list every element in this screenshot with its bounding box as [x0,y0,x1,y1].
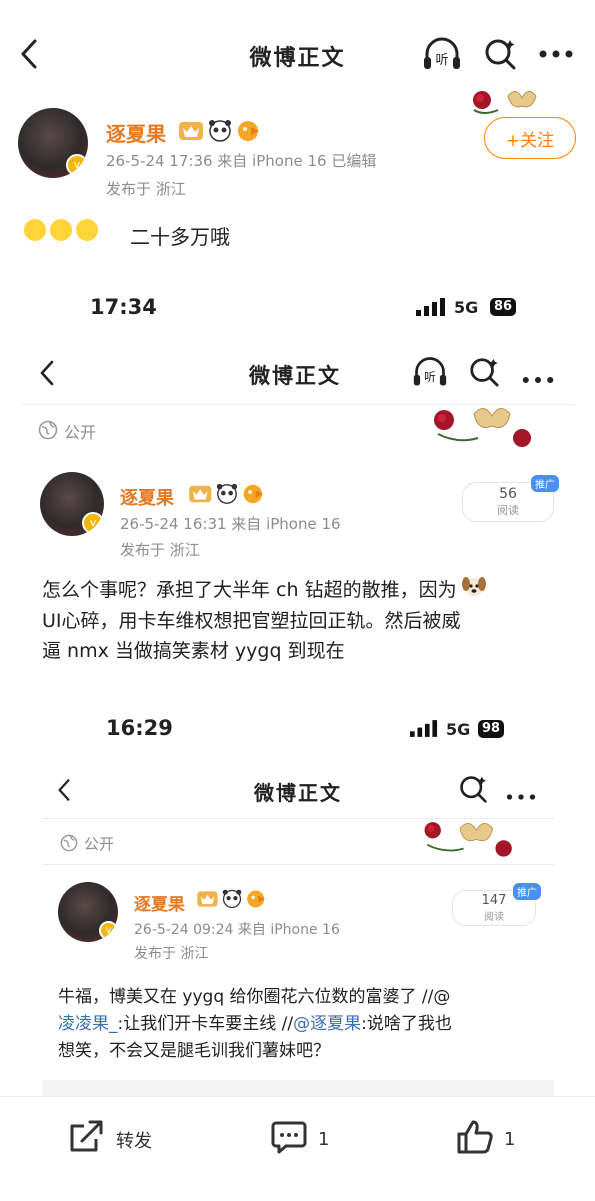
rose-decoration-icon [468,88,558,128]
repost-icon [68,1119,106,1160]
svg-text:听: 听 [424,370,436,384]
user-badge-icons [178,118,262,148]
svg-text:听: 听 [435,53,448,68]
visibility-label: 公开 [64,423,97,442]
dog-emoji-icon [461,574,487,607]
battery-icon: 98 [478,720,505,738]
listen-icon[interactable]: 听 [412,356,448,392]
post-text: 二十多万哦 [130,225,230,249]
comment-button[interactable]: 1 [270,1119,329,1160]
listen-icon[interactable]: 听 [421,36,463,72]
thumbs-up-icon [456,1119,494,1160]
signal-icon [410,720,438,741]
post-text-line: 凌凌果_:让我们开卡车要主线 //@逐夏果:说啥了我也 [58,1011,558,1038]
screenshot-bottom-edge [42,1080,554,1096]
post-text-line: 怎么个事呢？承担了大半年 ch 钻超的散推，因为 [42,579,457,602]
post-location: 发布于 浙江 [106,180,186,198]
post-text-line: UI心碎，用卡车维权想把官塑拉回正轨。然后被威 [42,610,461,633]
promo-badge: 推广 [513,883,541,900]
user-badge-icons [188,482,266,510]
search-icon[interactable] [468,356,500,392]
back-button[interactable] [54,776,74,804]
globe-icon [38,420,58,444]
mention-link[interactable]: @逐夏果 [293,1014,361,1034]
username[interactable]: 逐夏果 [106,118,166,147]
network-label: 5G [446,720,471,739]
read-label: 阅读 [497,504,519,517]
verified-badge-icon: v [66,154,88,176]
post-text: 牛福，博美又在 yygq 给你圈花六位数的富婆了 //@ 凌凌果_:让我们开卡车… [58,984,558,1066]
grin-emoji-icon [24,219,46,241]
repost-button[interactable]: 转发 [68,1119,152,1160]
user-badge-icons [196,888,268,914]
status-time: 16:29 [106,716,173,740]
mention-link[interactable]: 凌凌果_ [58,1014,118,1034]
grin-emoji-icon [50,219,72,241]
page-title: 微博正文 [254,781,342,805]
repost-label: 转发 [116,1130,152,1152]
back-button[interactable] [36,358,58,388]
username[interactable]: 逐夏果 [134,890,185,915]
signal-icon [416,298,446,320]
verified-badge-icon: v [99,921,118,940]
post-text-segment: :让我们开卡车要主线 // [117,1014,294,1035]
post-location: 发布于 浙江 [120,541,200,559]
comment-count: 1 [318,1129,330,1150]
post-text-line: 逼 nmx 当做搞笑素材 yygq 到现在 [42,639,345,662]
post-emoji-row [24,219,102,241]
like-button[interactable]: 1 [456,1119,515,1160]
read-count-box: 147 阅读 推广 [452,883,541,926]
globe-icon [60,834,78,856]
battery-level: 86 [494,299,513,314]
search-icon[interactable] [458,774,488,808]
like-count: 1 [504,1129,516,1150]
read-count-box: 56 阅读 推广 [462,475,559,522]
more-icon[interactable] [506,786,536,805]
bottom-action-bar: 转发 1 1 [0,1096,595,1201]
verified-badge-icon: v [82,512,104,534]
post-text-line: 想笑，不会又是腿毛训我们薯妹吧？ [58,1041,330,1062]
comment-icon [270,1119,308,1160]
status-time: 17:34 [90,295,157,319]
post-text-line: 牛福，博美又在 yygq 给你圈花六位数的富婆了 //@ [58,984,558,1011]
post-text-segment: 牛福，博美又在 yygq 给你圈花六位数的富婆了 //@ [58,987,451,1007]
battery-level: 98 [482,721,501,736]
username[interactable]: 逐夏果 [120,484,174,510]
avatar[interactable]: v [40,472,104,536]
grin-emoji-icon [76,219,98,241]
post-meta: 26-5-24 17:36 来自 iPhone 16 已编辑 [106,152,377,170]
promo-badge: 推广 [531,475,559,492]
more-icon[interactable] [536,40,576,68]
divider [42,864,554,865]
read-label: 阅读 [484,912,504,923]
post-text-segment: :说啥了我也 [361,1014,452,1035]
page-title: 微博正文 [249,364,341,388]
avatar[interactable]: v [58,882,118,942]
battery-icon: 86 [490,298,517,316]
visibility-label: 公开 [84,835,115,853]
post-location: 发布于 浙江 [134,946,209,962]
post-text: 怎么个事呢？承担了大半年 ch 钻超的散推，因为 UI心碎，用卡车维权想把官塑拉… [42,574,562,666]
rose-decoration-icon [430,404,540,460]
avatar[interactable]: v [18,108,88,178]
post-meta: 26-5-24 16:31 来自 iPhone 16 [120,515,341,533]
more-icon[interactable] [522,369,554,388]
network-label: 5G [454,298,479,317]
post-meta: 26-5-24 09:24 来自 iPhone 16 [134,922,340,938]
search-icon[interactable] [482,36,518,72]
